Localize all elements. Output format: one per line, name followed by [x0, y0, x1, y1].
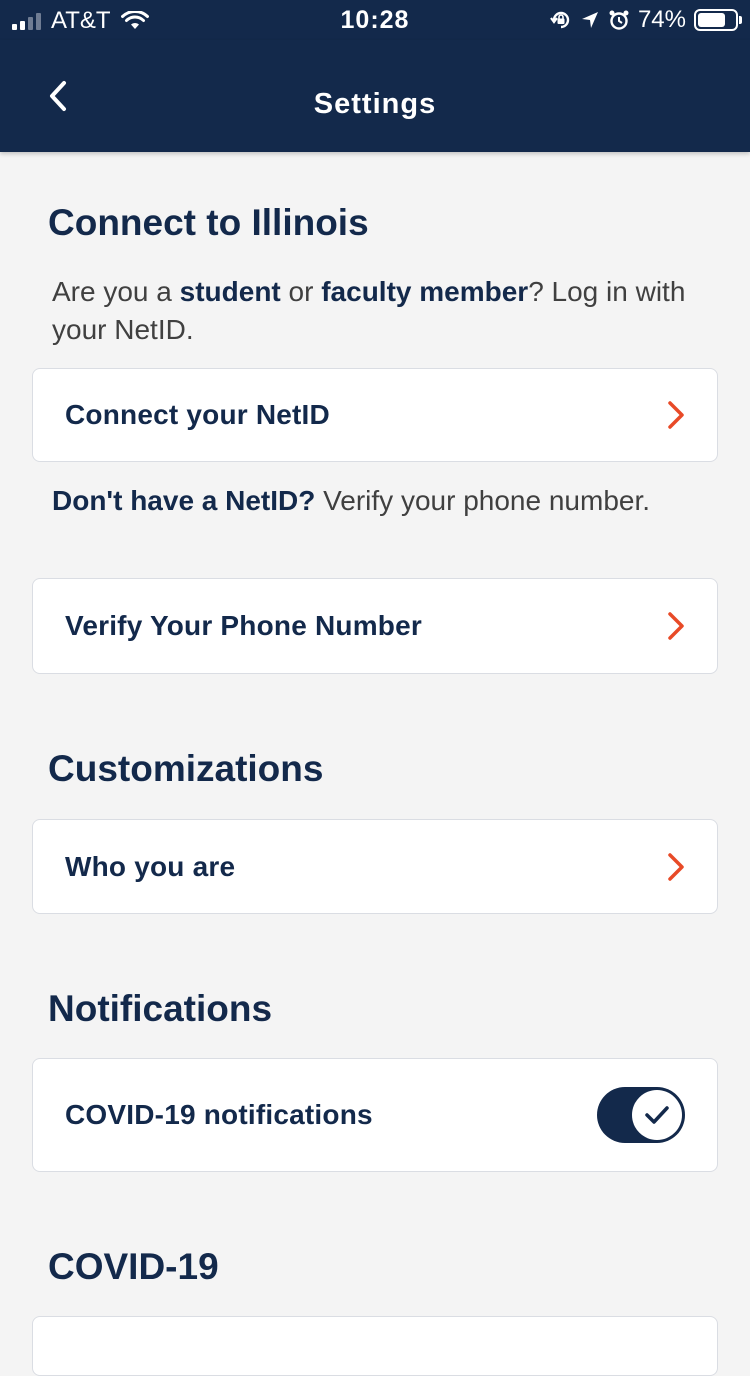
customizations-section-title: Customizations: [48, 748, 324, 789]
verify-phone-label: Verify Your Phone Number: [65, 610, 422, 641]
phone-description: Don't have a NetID? Verify your phone nu…: [52, 485, 651, 516]
toggle-knob: [632, 1090, 682, 1140]
battery-percent: 74%: [637, 6, 686, 33]
battery-fill: [698, 13, 725, 27]
verify-phone-button[interactable]: Verify Your Phone Number: [32, 578, 718, 674]
student-text: student: [179, 276, 281, 307]
connect-netid-label: Connect your NetID: [65, 399, 330, 430]
covid-notifications-toggle[interactable]: [597, 1087, 685, 1143]
location-icon: [581, 12, 598, 28]
connect-section-title: Connect to Illinois: [48, 202, 369, 243]
battery-icon: [694, 9, 742, 31]
covid-notifications-row: COVID-19 notifications: [32, 1058, 718, 1172]
no-netid-text: Don't have a NetID?: [52, 485, 316, 516]
alarm-icon: [609, 10, 629, 30]
faculty-text: faculty member: [321, 276, 529, 307]
who-you-are-button[interactable]: Who you are: [32, 819, 718, 914]
orientation-lock-icon: [550, 11, 570, 29]
covid-notifications-label: COVID-19 notifications: [65, 1099, 373, 1130]
covid-section-card[interactable]: [32, 1316, 718, 1376]
nav-bar: Settings: [0, 40, 750, 152]
connect-netid-button[interactable]: Connect your NetID: [32, 368, 718, 462]
chevron-right-icon: [668, 401, 684, 429]
checkmark-icon: [645, 1106, 669, 1124]
notifications-section-title: Notifications: [48, 988, 273, 1029]
chevron-right-icon: [668, 612, 684, 640]
page-title: Settings: [313, 88, 437, 120]
status-right: 74%: [550, 6, 742, 33]
chevron-right-icon: [668, 852, 684, 881]
status-bar: AT&T 10:28 74%: [0, 0, 750, 40]
covid-section-title: COVID-19: [48, 1246, 219, 1287]
who-you-are-label: Who you are: [65, 850, 236, 882]
connect-description: Are you a student or faculty member? Log…: [52, 276, 686, 345]
